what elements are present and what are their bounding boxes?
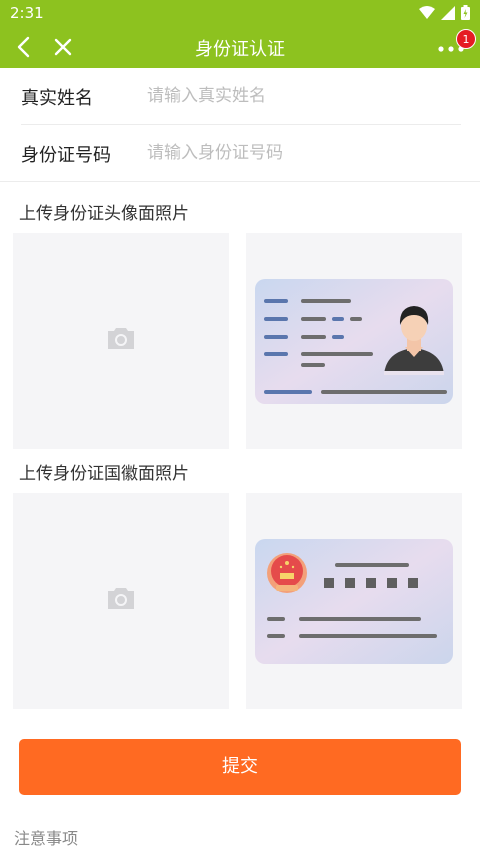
upload-front-box[interactable]	[13, 233, 229, 449]
wifi-icon	[419, 5, 435, 19]
id-number-row: 身份证号码	[0, 125, 480, 181]
submit-button[interactable]: 提交	[19, 739, 461, 795]
status-icons	[419, 5, 470, 20]
upload-back-box[interactable]	[13, 493, 229, 709]
status-bar: 2:31	[0, 0, 480, 26]
app-bar: 身份证认证 1	[0, 26, 480, 68]
camera-icon	[108, 328, 134, 349]
name-input[interactable]	[147, 80, 447, 112]
front-sample-box	[246, 233, 462, 449]
status-time: 2:31	[10, 4, 44, 22]
notification-badge: 1	[456, 29, 476, 49]
id-card-front-sample-image	[255, 279, 453, 404]
page-title: 身份证认证	[195, 39, 285, 60]
upload-back-title: 上传身份证国徽面照片	[19, 464, 189, 484]
notice-title: 注意事项	[14, 829, 79, 848]
id-number-label: 身份证号码	[21, 145, 111, 166]
id-card-back-sample-image	[255, 539, 453, 664]
section-divider	[0, 181, 480, 182]
upload-front-title: 上传身份证头像面照片	[19, 204, 189, 224]
camera-icon	[108, 588, 134, 609]
name-row: 真实姓名	[0, 68, 480, 124]
name-label: 真实姓名	[21, 88, 93, 109]
battery-icon	[461, 5, 470, 20]
back-sample-box	[246, 493, 462, 709]
signal-icon	[441, 5, 455, 20]
id-number-input[interactable]	[147, 137, 447, 169]
